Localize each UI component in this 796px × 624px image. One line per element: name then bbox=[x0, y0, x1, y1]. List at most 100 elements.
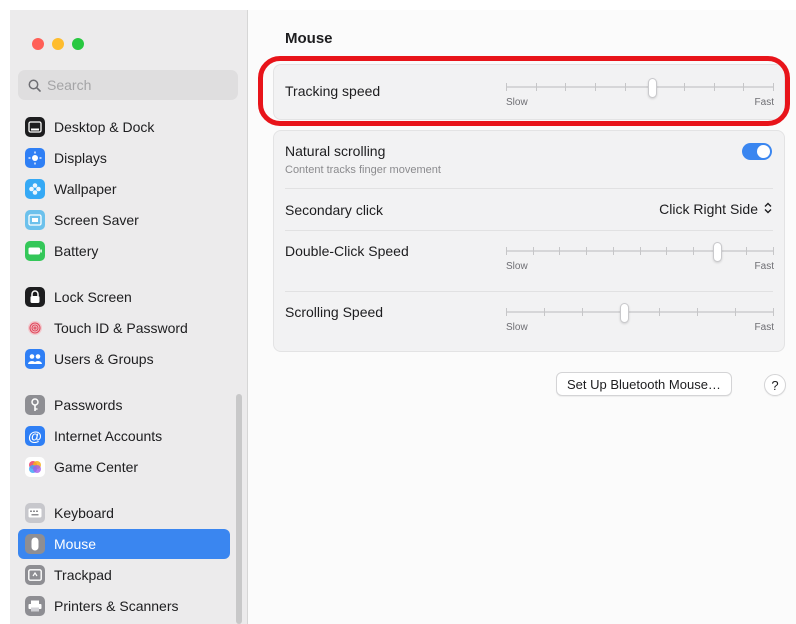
scrolling-speed-label: Scrolling Speed bbox=[285, 304, 384, 320]
secondary-click-value: Click Right Side bbox=[659, 201, 758, 217]
screen-saver-icon bbox=[25, 210, 45, 230]
scrolling-speed-row: Scrolling Speed Slow Fast bbox=[274, 292, 784, 352]
game-center-icon bbox=[25, 457, 45, 477]
sidebar-item-label: Users & Groups bbox=[54, 351, 154, 367]
slider-tick bbox=[506, 247, 507, 255]
slider-tick bbox=[693, 247, 694, 255]
slider-knob[interactable] bbox=[713, 242, 722, 262]
slider-max-label: Fast bbox=[754, 322, 774, 333]
mouse-settings-card: Natural scrolling Content tracks finger … bbox=[273, 130, 785, 352]
sidebar-item-label: Touch ID & Password bbox=[54, 320, 188, 336]
annotation-highlight bbox=[258, 56, 790, 126]
slider-knob[interactable] bbox=[620, 303, 629, 323]
toggle-knob bbox=[757, 145, 770, 158]
natural-scrolling-label: Natural scrolling bbox=[285, 143, 386, 159]
displays-icon bbox=[25, 148, 45, 168]
slider-tick bbox=[559, 247, 560, 255]
dock-icon bbox=[25, 117, 45, 137]
slider-min-label: Slow bbox=[506, 322, 528, 333]
secondary-click-row: Secondary click Click Right Side bbox=[274, 189, 784, 230]
slider-tick bbox=[544, 308, 545, 316]
users-icon bbox=[25, 349, 45, 369]
sidebar-item-keyboard[interactable]: Keyboard bbox=[18, 498, 230, 528]
sidebar-item-game-center[interactable]: Game Center bbox=[18, 452, 230, 482]
slider-tick bbox=[613, 247, 614, 255]
natural-scrolling-row: Natural scrolling Content tracks finger … bbox=[274, 131, 784, 187]
sidebar: Search Desktop & Dock Displays Wallpaper… bbox=[10, 10, 248, 624]
search-input[interactable]: Search bbox=[18, 70, 238, 100]
sidebar-item-label: Desktop & Dock bbox=[54, 119, 155, 135]
slider-tick bbox=[773, 308, 774, 316]
settings-window: Search Desktop & Dock Displays Wallpaper… bbox=[0, 0, 796, 624]
slider-tick bbox=[506, 308, 507, 316]
double-click-label: Double-Click Speed bbox=[285, 243, 409, 259]
secondary-click-label: Secondary click bbox=[285, 202, 384, 218]
secondary-click-popup[interactable]: Click Right Side bbox=[659, 201, 772, 217]
sidebar-item-screen-saver[interactable]: Screen Saver bbox=[18, 205, 230, 235]
sidebar-item-label: Game Center bbox=[54, 459, 139, 475]
sidebar-item-label: Keyboard bbox=[54, 505, 114, 521]
window-controls bbox=[32, 38, 84, 50]
sidebar-item-battery[interactable]: Battery bbox=[18, 236, 230, 266]
slider-tick bbox=[666, 247, 667, 255]
sidebar-item-passwords[interactable]: Passwords bbox=[18, 390, 230, 420]
sidebar-item-desktop-dock[interactable]: Desktop & Dock bbox=[18, 112, 230, 142]
trackpad-icon bbox=[25, 565, 45, 585]
keyboard-icon bbox=[25, 503, 45, 523]
sidebar-item-label: Battery bbox=[54, 243, 99, 259]
at-icon: @ bbox=[25, 426, 45, 446]
sidebar-item-label: Printers & Scanners bbox=[54, 598, 179, 614]
chevron-updown-icon bbox=[764, 201, 772, 217]
sidebar-item-label: Mouse bbox=[54, 536, 97, 552]
sidebar-item-touch-id[interactable]: Touch ID & Password bbox=[18, 313, 230, 343]
search-icon bbox=[28, 79, 41, 92]
battery-icon bbox=[25, 241, 45, 261]
scrolling-speed-slider[interactable]: Slow Fast bbox=[506, 303, 774, 337]
slider-tick bbox=[735, 308, 736, 316]
wallpaper-icon bbox=[25, 179, 45, 199]
sidebar-item-displays[interactable]: Displays bbox=[18, 143, 230, 173]
sidebar-item-trackpad[interactable]: Trackpad bbox=[18, 560, 230, 590]
minimize-button[interactable] bbox=[52, 38, 64, 50]
sidebar-item-label: Displays bbox=[54, 150, 107, 166]
slider-max-label: Fast bbox=[754, 261, 774, 272]
slider-tick bbox=[659, 308, 660, 316]
mouse-icon bbox=[25, 534, 45, 554]
sidebar-item-wallpaper[interactable]: Wallpaper bbox=[18, 174, 230, 204]
sidebar-scrollbar[interactable] bbox=[236, 394, 242, 624]
slider-tick bbox=[586, 247, 587, 255]
slider-tick bbox=[533, 247, 534, 255]
fingerprint-icon bbox=[25, 318, 45, 338]
setup-bluetooth-mouse-button[interactable]: Set Up Bluetooth Mouse… bbox=[556, 372, 732, 396]
slider-tick bbox=[697, 308, 698, 316]
printer-icon bbox=[25, 596, 45, 616]
slider-tick bbox=[582, 308, 583, 316]
lock-icon bbox=[25, 287, 45, 307]
sidebar-item-label: Internet Accounts bbox=[54, 428, 163, 444]
zoom-button[interactable] bbox=[72, 38, 84, 50]
slider-track bbox=[506, 311, 774, 313]
help-button[interactable]: ? bbox=[764, 374, 786, 396]
sidebar-item-users-groups[interactable]: Users & Groups bbox=[18, 344, 230, 374]
sidebar-item-label: Lock Screen bbox=[54, 289, 132, 305]
close-button[interactable] bbox=[32, 38, 44, 50]
slider-tick bbox=[640, 247, 641, 255]
sidebar-item-label: Wallpaper bbox=[54, 181, 117, 197]
slider-tick bbox=[773, 247, 774, 255]
slider-tick bbox=[746, 247, 747, 255]
natural-scrolling-toggle[interactable] bbox=[742, 143, 772, 160]
key-icon bbox=[25, 395, 45, 415]
page-title: Mouse bbox=[285, 30, 333, 47]
sidebar-item-label: Trackpad bbox=[54, 567, 112, 583]
sidebar-item-lock-screen[interactable]: Lock Screen bbox=[18, 282, 230, 312]
natural-scrolling-description: Content tracks finger movement bbox=[285, 164, 441, 176]
slider-min-label: Slow bbox=[506, 261, 528, 272]
sidebar-item-mouse[interactable]: Mouse bbox=[18, 529, 230, 559]
search-placeholder: Search bbox=[47, 77, 92, 93]
sidebar-item-internet-accounts[interactable]: @ Internet Accounts bbox=[18, 421, 230, 451]
sidebar-item-label: Screen Saver bbox=[54, 212, 139, 228]
double-click-row: Double-Click Speed Slow Fast bbox=[274, 231, 784, 291]
sidebar-item-printers-scanners[interactable]: Printers & Scanners bbox=[18, 591, 230, 621]
sidebar-item-label: Passwords bbox=[54, 397, 123, 413]
double-click-speed-slider[interactable]: Slow Fast bbox=[506, 242, 774, 276]
